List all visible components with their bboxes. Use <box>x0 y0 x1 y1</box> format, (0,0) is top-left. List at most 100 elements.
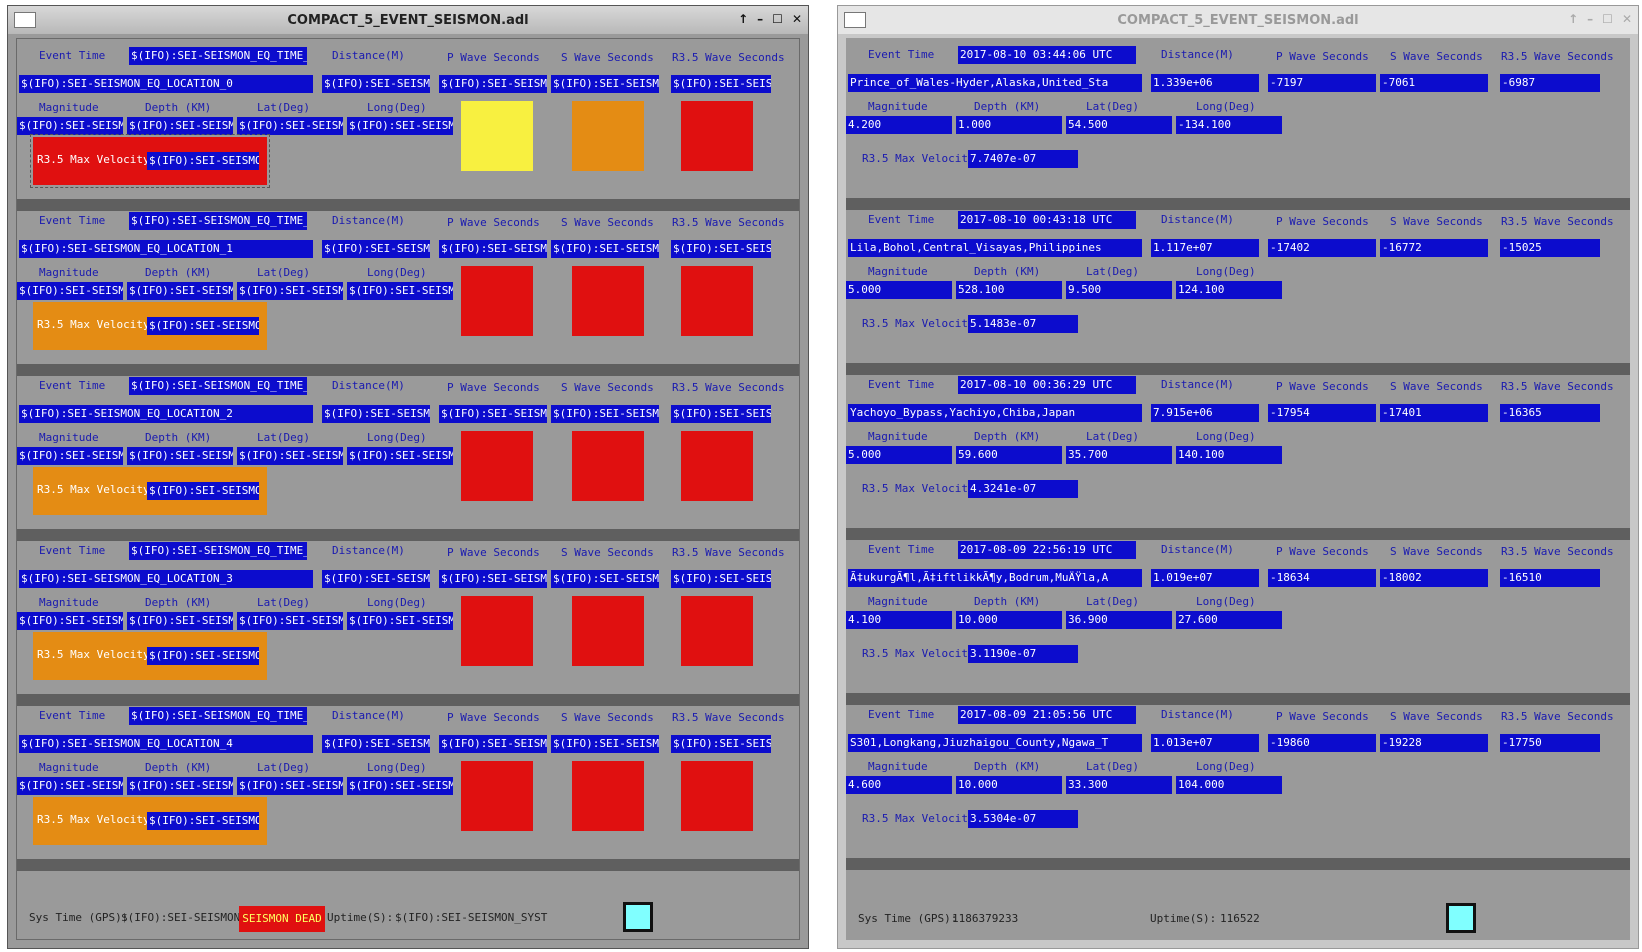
r35-max-velocity-label: R3.5 Max Velocity <box>37 648 150 661</box>
event-time-label: Event Time <box>868 378 935 391</box>
depth-value: 10.000 <box>956 611 1062 629</box>
close-icon[interactable]: ✕ <box>1622 12 1632 26</box>
depth-label: Depth (KM) <box>974 265 1041 278</box>
magnitude-value: $(IFO):SEI-SEISMON_ <box>17 777 123 795</box>
long-value: 140.100 <box>1176 446 1282 464</box>
heartbeat-indicator <box>623 902 653 932</box>
location-value: $(IFO):SEI-SEISMON_EQ_LOCATION_2 <box>19 405 313 423</box>
r35-wave-value: $(IFO):SEI-SEISMON_ <box>671 75 771 93</box>
location-value: Prince_of_Wales-Hyder,Alaska,United_Sta <box>848 74 1142 92</box>
magnitude-value: 4.100 <box>846 611 952 629</box>
r35-max-velocity-box: R3.5 Max Velocity$(IFO):SEI-SEISMON_ <box>33 797 267 845</box>
r35-max-velocity-box[interactable]: R3.5 Max Velocity$(IFO):SEI-SEISMON_ <box>30 134 270 188</box>
s-wave-value: -18002 <box>1380 569 1488 587</box>
long-label: Long(Deg) <box>1196 100 1256 113</box>
sys-time-value: $(IFO):SEI-SEISMON_S <box>121 911 254 924</box>
magnitude-label: Magnitude <box>868 100 928 113</box>
lat-value: $(IFO):SEI-SEISMON_ <box>237 777 343 795</box>
uptime-label: Uptime(S): <box>1150 912 1217 925</box>
panel-separator <box>846 858 1630 870</box>
minimize-icon[interactable]: – <box>1587 12 1593 26</box>
left-window-content: Event Time $(IFO):SEI-SEISMON_EQ_TIME_UTC… <box>16 38 800 940</box>
distance-label: Distance(M) <box>332 49 405 62</box>
long-label: Long(Deg) <box>367 761 427 774</box>
uptime-label: Uptime(S): <box>327 911 394 924</box>
event-time-label: Event Time <box>868 213 935 226</box>
r35-wave-label: R3.5 Wave Seconds <box>1501 380 1614 393</box>
depth-value: $(IFO):SEI-SEISMON_ <box>127 777 233 795</box>
event-time-label: Event Time <box>39 709 106 722</box>
p-wave-indicator <box>461 761 533 831</box>
maximize-icon[interactable]: ☐ <box>772 12 783 26</box>
r35-wave-value: -6987 <box>1500 74 1600 92</box>
depth-label: Depth (KM) <box>145 431 212 444</box>
event-panel: Event Time 2017-08-10 00:43:18 UTC Distanc… <box>846 203 1630 375</box>
right-window-titlebar[interactable]: COMPACT_5_EVENT_SEISMON.adl ↑ – ☐ ✕ <box>838 6 1638 34</box>
event-panel: Event Time $(IFO):SEI-SEISMON_EQ_TIME_UTC… <box>17 699 799 871</box>
event-time-value: 2017-08-10 03:44:06 UTC <box>958 46 1136 64</box>
r35-max-velocity-box: R3.5 Max Velocity$(IFO):SEI-SEISMON_ <box>33 632 267 680</box>
lat-value: 36.900 <box>1066 611 1172 629</box>
p-wave-value: $(IFO):SEI-SEISMON_ <box>439 75 547 93</box>
window-controls: ↑ – ☐ ✕ <box>738 12 802 26</box>
long-label: Long(Deg) <box>367 266 427 279</box>
r35-max-velocity-label: R3.5 Max Velocity <box>862 647 975 660</box>
long-value: 104.000 <box>1176 776 1282 794</box>
status-footer: Sys Time (GPS): 1186379233 Uptime(S): 11652… <box>846 898 1630 940</box>
distance-label: Distance(M) <box>332 214 405 227</box>
lat-label: Lat(Deg) <box>257 761 310 774</box>
r35-max-velocity-label: R3.5 Max Velocity <box>862 317 975 330</box>
long-value: $(IFO):SEI-SEISMON_ <box>347 282 453 300</box>
depth-value: $(IFO):SEI-SEISMON_ <box>127 612 233 630</box>
r35-wave-indicator <box>681 431 753 501</box>
shade-icon[interactable]: ↑ <box>1568 12 1578 26</box>
p-wave-value: $(IFO):SEI-SEISMON_ <box>439 240 547 258</box>
depth-label: Depth (KM) <box>974 595 1041 608</box>
r35-max-velocity-value: 3.5304e-07 <box>968 810 1078 828</box>
lat-label: Lat(Deg) <box>1086 430 1139 443</box>
p-wave-label: P Wave Seconds <box>447 216 540 229</box>
p-wave-value: -18634 <box>1268 569 1376 587</box>
r35-max-velocity-value: 3.1190e-07 <box>968 645 1078 663</box>
sys-time-label: Sys Time (GPS): <box>858 912 958 925</box>
depth-label: Depth (KM) <box>974 760 1041 773</box>
shade-icon[interactable]: ↑ <box>738 12 748 26</box>
depth-label: Depth (KM) <box>974 100 1041 113</box>
s-wave-label: S Wave Seconds <box>561 381 654 394</box>
r35-max-velocity-value: $(IFO):SEI-SEISMON_ <box>147 812 259 830</box>
location-value: $(IFO):SEI-SEISMON_EQ_LOCATION_0 <box>19 75 313 93</box>
s-wave-value: $(IFO):SEI-SEISMON_ <box>551 735 659 753</box>
s-wave-indicator <box>572 266 644 336</box>
magnitude-value: 5.000 <box>846 446 952 464</box>
distance-value: $(IFO):SEI-SEISMON_ <box>322 240 430 258</box>
depth-label: Depth (KM) <box>974 430 1041 443</box>
long-value: $(IFO):SEI-SEISMON_ <box>347 612 453 630</box>
long-label: Long(Deg) <box>1196 595 1256 608</box>
r35-wave-indicator <box>681 761 753 831</box>
event-time-label: Event Time <box>868 708 935 721</box>
r35-max-velocity-value: 5.1483e-07 <box>968 315 1078 333</box>
maximize-icon[interactable]: ☐ <box>1602 12 1613 26</box>
distance-value: $(IFO):SEI-SEISMON_ <box>322 735 430 753</box>
close-icon[interactable]: ✕ <box>792 12 802 26</box>
p-wave-label: P Wave Seconds <box>447 546 540 559</box>
left-window-titlebar[interactable]: COMPACT_5_EVENT_SEISMON.adl ↑ – ☐ ✕ <box>8 6 808 34</box>
r35-max-velocity-label: R3.5 Max Velocity <box>862 152 975 165</box>
s-wave-indicator <box>572 596 644 666</box>
p-wave-label: P Wave Seconds <box>1276 545 1369 558</box>
long-value: -134.100 <box>1176 116 1282 134</box>
p-wave-label: P Wave Seconds <box>447 711 540 724</box>
long-value: 27.600 <box>1176 611 1282 629</box>
minimize-icon[interactable]: – <box>757 12 763 26</box>
sys-time-label: Sys Time (GPS): <box>29 911 129 924</box>
s-wave-value: -17401 <box>1380 404 1488 422</box>
event-panel: Event Time $(IFO):SEI-SEISMON_EQ_TIME_UTC… <box>17 534 799 706</box>
location-value: $(IFO):SEI-SEISMON_EQ_LOCATION_4 <box>19 735 313 753</box>
depth-label: Depth (KM) <box>145 761 212 774</box>
s-wave-value: -19228 <box>1380 734 1488 752</box>
p-wave-indicator <box>461 101 533 171</box>
depth-value: 528.100 <box>956 281 1062 299</box>
s-wave-value: $(IFO):SEI-SEISMON_ <box>551 75 659 93</box>
window-title: COMPACT_5_EVENT_SEISMON.adl <box>287 12 529 28</box>
s-wave-value: $(IFO):SEI-SEISMON_ <box>551 405 659 423</box>
